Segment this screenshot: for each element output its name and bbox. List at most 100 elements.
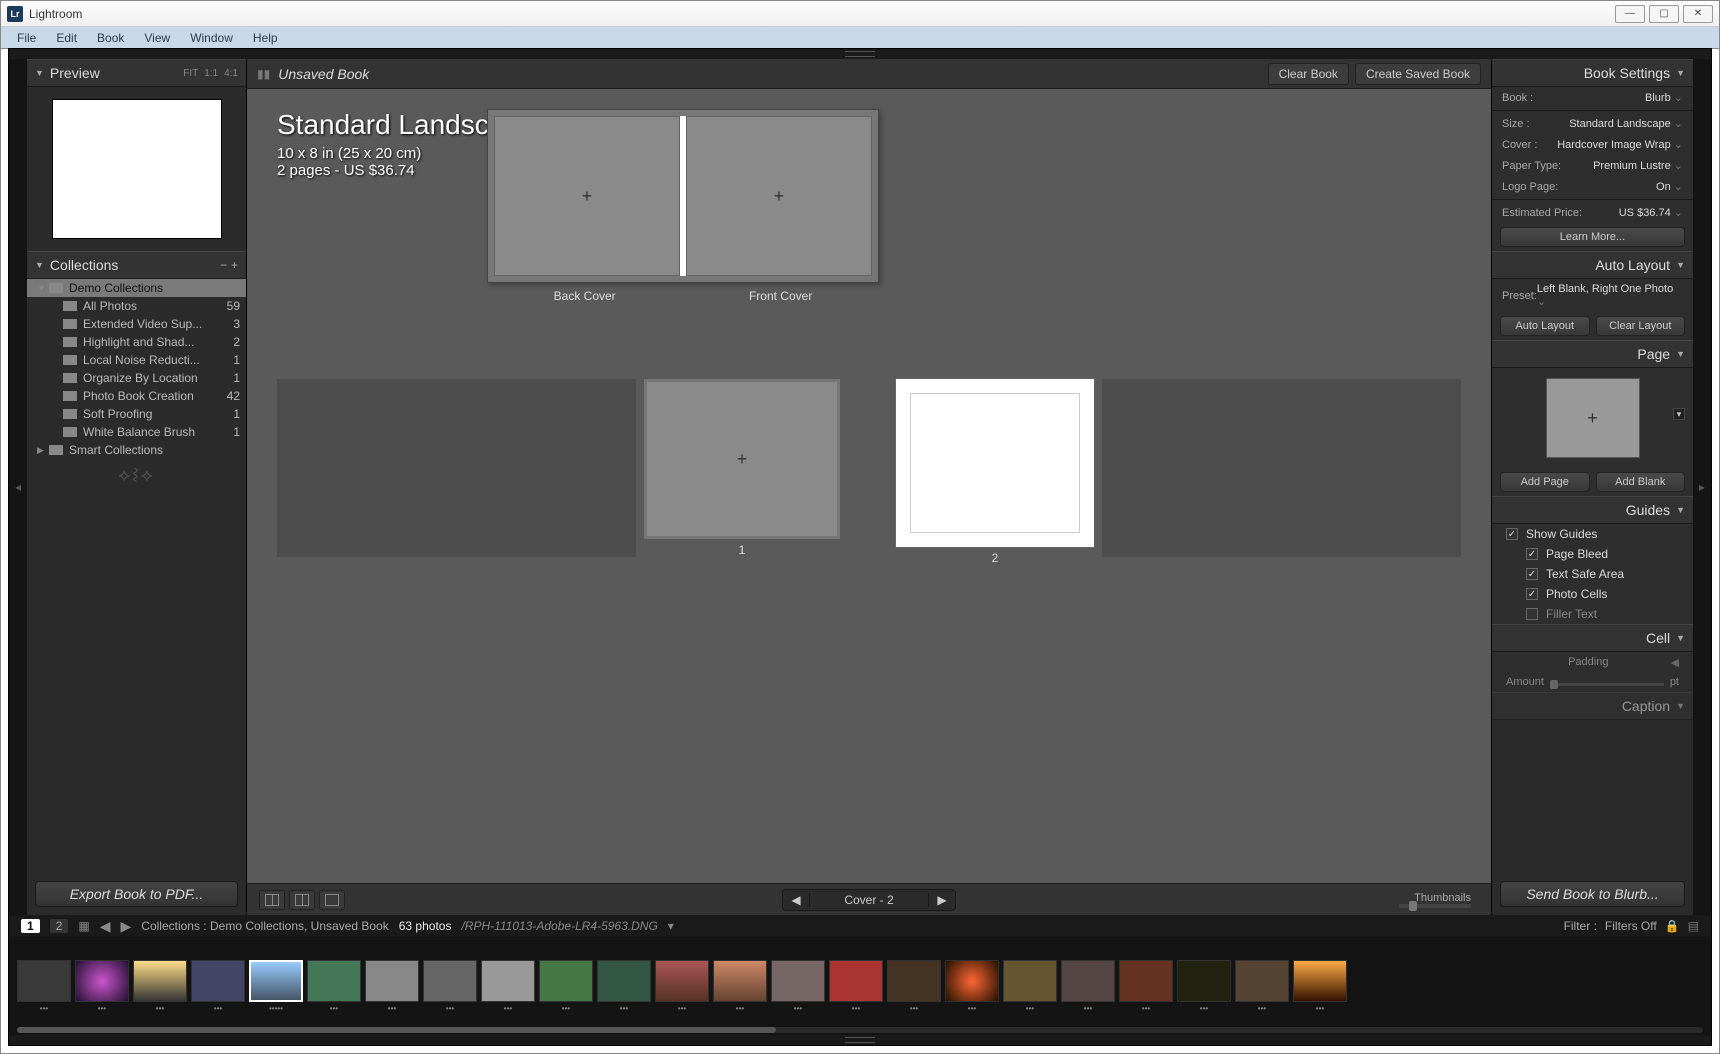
filmstrip-thumb[interactable] <box>365 960 419 1002</box>
preview-1to1[interactable]: 1:1 <box>204 68 218 79</box>
preview-thumbnail[interactable] <box>52 99 222 239</box>
filmstrip-thumb[interactable] <box>133 960 187 1002</box>
guides-header[interactable]: Guides ▼ <box>1492 496 1693 524</box>
left-panel-toggle[interactable]: ◂ <box>9 59 27 915</box>
next-page-button[interactable]: ▶ <box>929 890 955 910</box>
filmstrip-thumb[interactable] <box>887 960 941 1002</box>
filmstrip-thumb[interactable] <box>829 960 883 1002</box>
photo-cells-checkbox[interactable]: ✓Photo Cells <box>1492 584 1693 604</box>
filmstrip-thumb[interactable] <box>713 960 767 1002</box>
front-cover-page[interactable]: + <box>686 116 872 276</box>
primary-display-badge[interactable]: 1 <box>21 919 40 933</box>
multi-page-view-icon[interactable]: ▮▮ <box>257 67 270 81</box>
filmstrip-thumb[interactable] <box>1235 960 1289 1002</box>
menu-book[interactable]: Book <box>87 29 134 47</box>
page-1[interactable]: + <box>644 379 840 539</box>
auto-layout-button[interactable]: Auto Layout <box>1500 316 1590 336</box>
auto-layout-header[interactable]: Auto Layout ▼ <box>1492 251 1693 279</box>
collection-item[interactable]: Photo Book Creation42 <box>27 387 246 405</box>
collection-item[interactable]: Extended Video Sup...3 <box>27 315 246 333</box>
single-page-view-button[interactable] <box>319 890 345 910</box>
prev-page-button[interactable]: ◀ <box>783 890 809 910</box>
collection-item[interactable]: All Photos59 <box>27 297 246 315</box>
preview-panel-header[interactable]: ▼ Preview FIT 1:1 4:1 <box>27 59 246 87</box>
create-saved-book-button[interactable]: Create Saved Book <box>1355 63 1481 85</box>
send-to-blurb-button[interactable]: Send Book to Blurb... <box>1500 881 1685 907</box>
multi-page-view-button[interactable] <box>259 890 285 910</box>
page-layout-menu-button[interactable]: ▾ <box>1673 408 1685 420</box>
filler-text-checkbox[interactable]: ✓Filler Text <box>1492 604 1693 624</box>
cell-header[interactable]: Cell ▼ <box>1492 624 1693 652</box>
collection-item[interactable]: Organize By Location1 <box>27 369 246 387</box>
menu-window[interactable]: Window <box>180 29 243 47</box>
show-guides-checkbox[interactable]: ✓Show Guides <box>1492 524 1693 544</box>
window-maximize-button[interactable]: ▢ <box>1649 5 1679 23</box>
learn-more-button[interactable]: Learn More... <box>1500 227 1685 247</box>
padding-slider[interactable] <box>1550 683 1664 686</box>
right-panel-toggle[interactable]: ▸ <box>1693 59 1711 915</box>
filter-dropdown[interactable]: Filters Off <box>1605 919 1657 933</box>
top-panel-handle[interactable] <box>9 49 1711 59</box>
clear-layout-button[interactable]: Clear Layout <box>1596 316 1686 336</box>
collections-panel-header[interactable]: ▼ Collections − + <box>27 251 246 279</box>
filmstrip-thumb[interactable] <box>597 960 651 1002</box>
export-pdf-button[interactable]: Export Book to PDF... <box>35 881 238 907</box>
collection-path[interactable]: Collections : Demo Collections, Unsaved … <box>141 919 388 933</box>
add-page-button[interactable]: Add Page <box>1500 472 1590 492</box>
collection-remove-button[interactable]: − <box>220 258 227 272</box>
filmstrip-thumb[interactable] <box>75 960 129 1002</box>
filter-menu-icon[interactable]: ▤ <box>1688 919 1699 933</box>
back-cover-page[interactable]: + <box>494 116 680 276</box>
filmstrip-thumb[interactable] <box>481 960 535 1002</box>
menu-file[interactable]: File <box>7 29 46 47</box>
size-dropdown[interactable]: Standard Landscape <box>1569 117 1683 130</box>
filmstrip-thumb[interactable] <box>191 960 245 1002</box>
add-blank-button[interactable]: Add Blank <box>1596 472 1686 492</box>
filmstrip-thumb[interactable] <box>1061 960 1115 1002</box>
paper-dropdown[interactable]: Premium Lustre <box>1593 159 1683 172</box>
filmstrip-thumb[interactable] <box>1003 960 1057 1002</box>
book-vendor-dropdown[interactable]: Blurb <box>1645 91 1683 104</box>
window-close-button[interactable]: ✕ <box>1683 5 1713 23</box>
cover-spread[interactable]: + + <box>487 109 879 283</box>
filmstrip-thumb-selected[interactable] <box>249 960 303 1002</box>
filmstrip-thumb[interactable] <box>423 960 477 1002</box>
collection-item[interactable]: Highlight and Shad...2 <box>27 333 246 351</box>
thumbnail-size-slider[interactable] <box>1399 904 1471 908</box>
filmstrip-thumb[interactable] <box>1293 960 1347 1002</box>
filter-lock-icon[interactable]: 🔒 <box>1665 919 1680 933</box>
filmstrip-thumb[interactable] <box>17 960 71 1002</box>
collection-add-button[interactable]: + <box>231 258 238 272</box>
book-settings-header[interactable]: Book Settings ▼ <box>1492 59 1693 87</box>
filmstrip-thumb[interactable] <box>1119 960 1173 1002</box>
menu-help[interactable]: Help <box>243 29 288 47</box>
spread-view-button[interactable] <box>289 890 315 910</box>
filmstrip-thumb[interactable] <box>945 960 999 1002</box>
collection-smart-row[interactable]: ▶ Smart Collections <box>27 441 246 459</box>
nav-next-button[interactable]: ▶ <box>121 918 132 935</box>
filmstrip-thumb[interactable] <box>539 960 593 1002</box>
filmstrip-thumb[interactable] <box>1177 960 1231 1002</box>
window-minimize-button[interactable]: — <box>1615 5 1645 23</box>
collection-item[interactable]: Local Noise Reducti...1 <box>27 351 246 369</box>
nav-prev-button[interactable]: ◀ <box>100 918 111 935</box>
page-layout-preview[interactable]: + <box>1546 378 1640 458</box>
page-bleed-checkbox[interactable]: ✓Page Bleed <box>1492 544 1693 564</box>
menu-view[interactable]: View <box>134 29 180 47</box>
preset-dropdown[interactable]: Left Blank, Right One Photo <box>1537 283 1683 308</box>
filmstrip-thumb[interactable] <box>655 960 709 1002</box>
preview-fit[interactable]: FIT <box>183 68 198 79</box>
bottom-panel-handle[interactable] <box>9 1035 1711 1045</box>
menu-edit[interactable]: Edit <box>46 29 87 47</box>
grid-icon[interactable]: ▦ <box>78 919 89 933</box>
clear-book-button[interactable]: Clear Book <box>1268 63 1349 85</box>
scrollbar-thumb[interactable] <box>17 1027 776 1033</box>
secondary-display-badge[interactable]: 2 <box>50 919 69 933</box>
dropdown-icon[interactable]: ▾ <box>668 919 674 933</box>
text-safe-checkbox[interactable]: ✓Text Safe Area <box>1492 564 1693 584</box>
page-panel-header[interactable]: Page ▼ <box>1492 340 1693 368</box>
collection-item[interactable]: Soft Proofing1 <box>27 405 246 423</box>
page-2[interactable] <box>896 379 1094 547</box>
logo-dropdown[interactable]: On <box>1656 180 1683 193</box>
slider-knob[interactable] <box>1409 901 1417 911</box>
